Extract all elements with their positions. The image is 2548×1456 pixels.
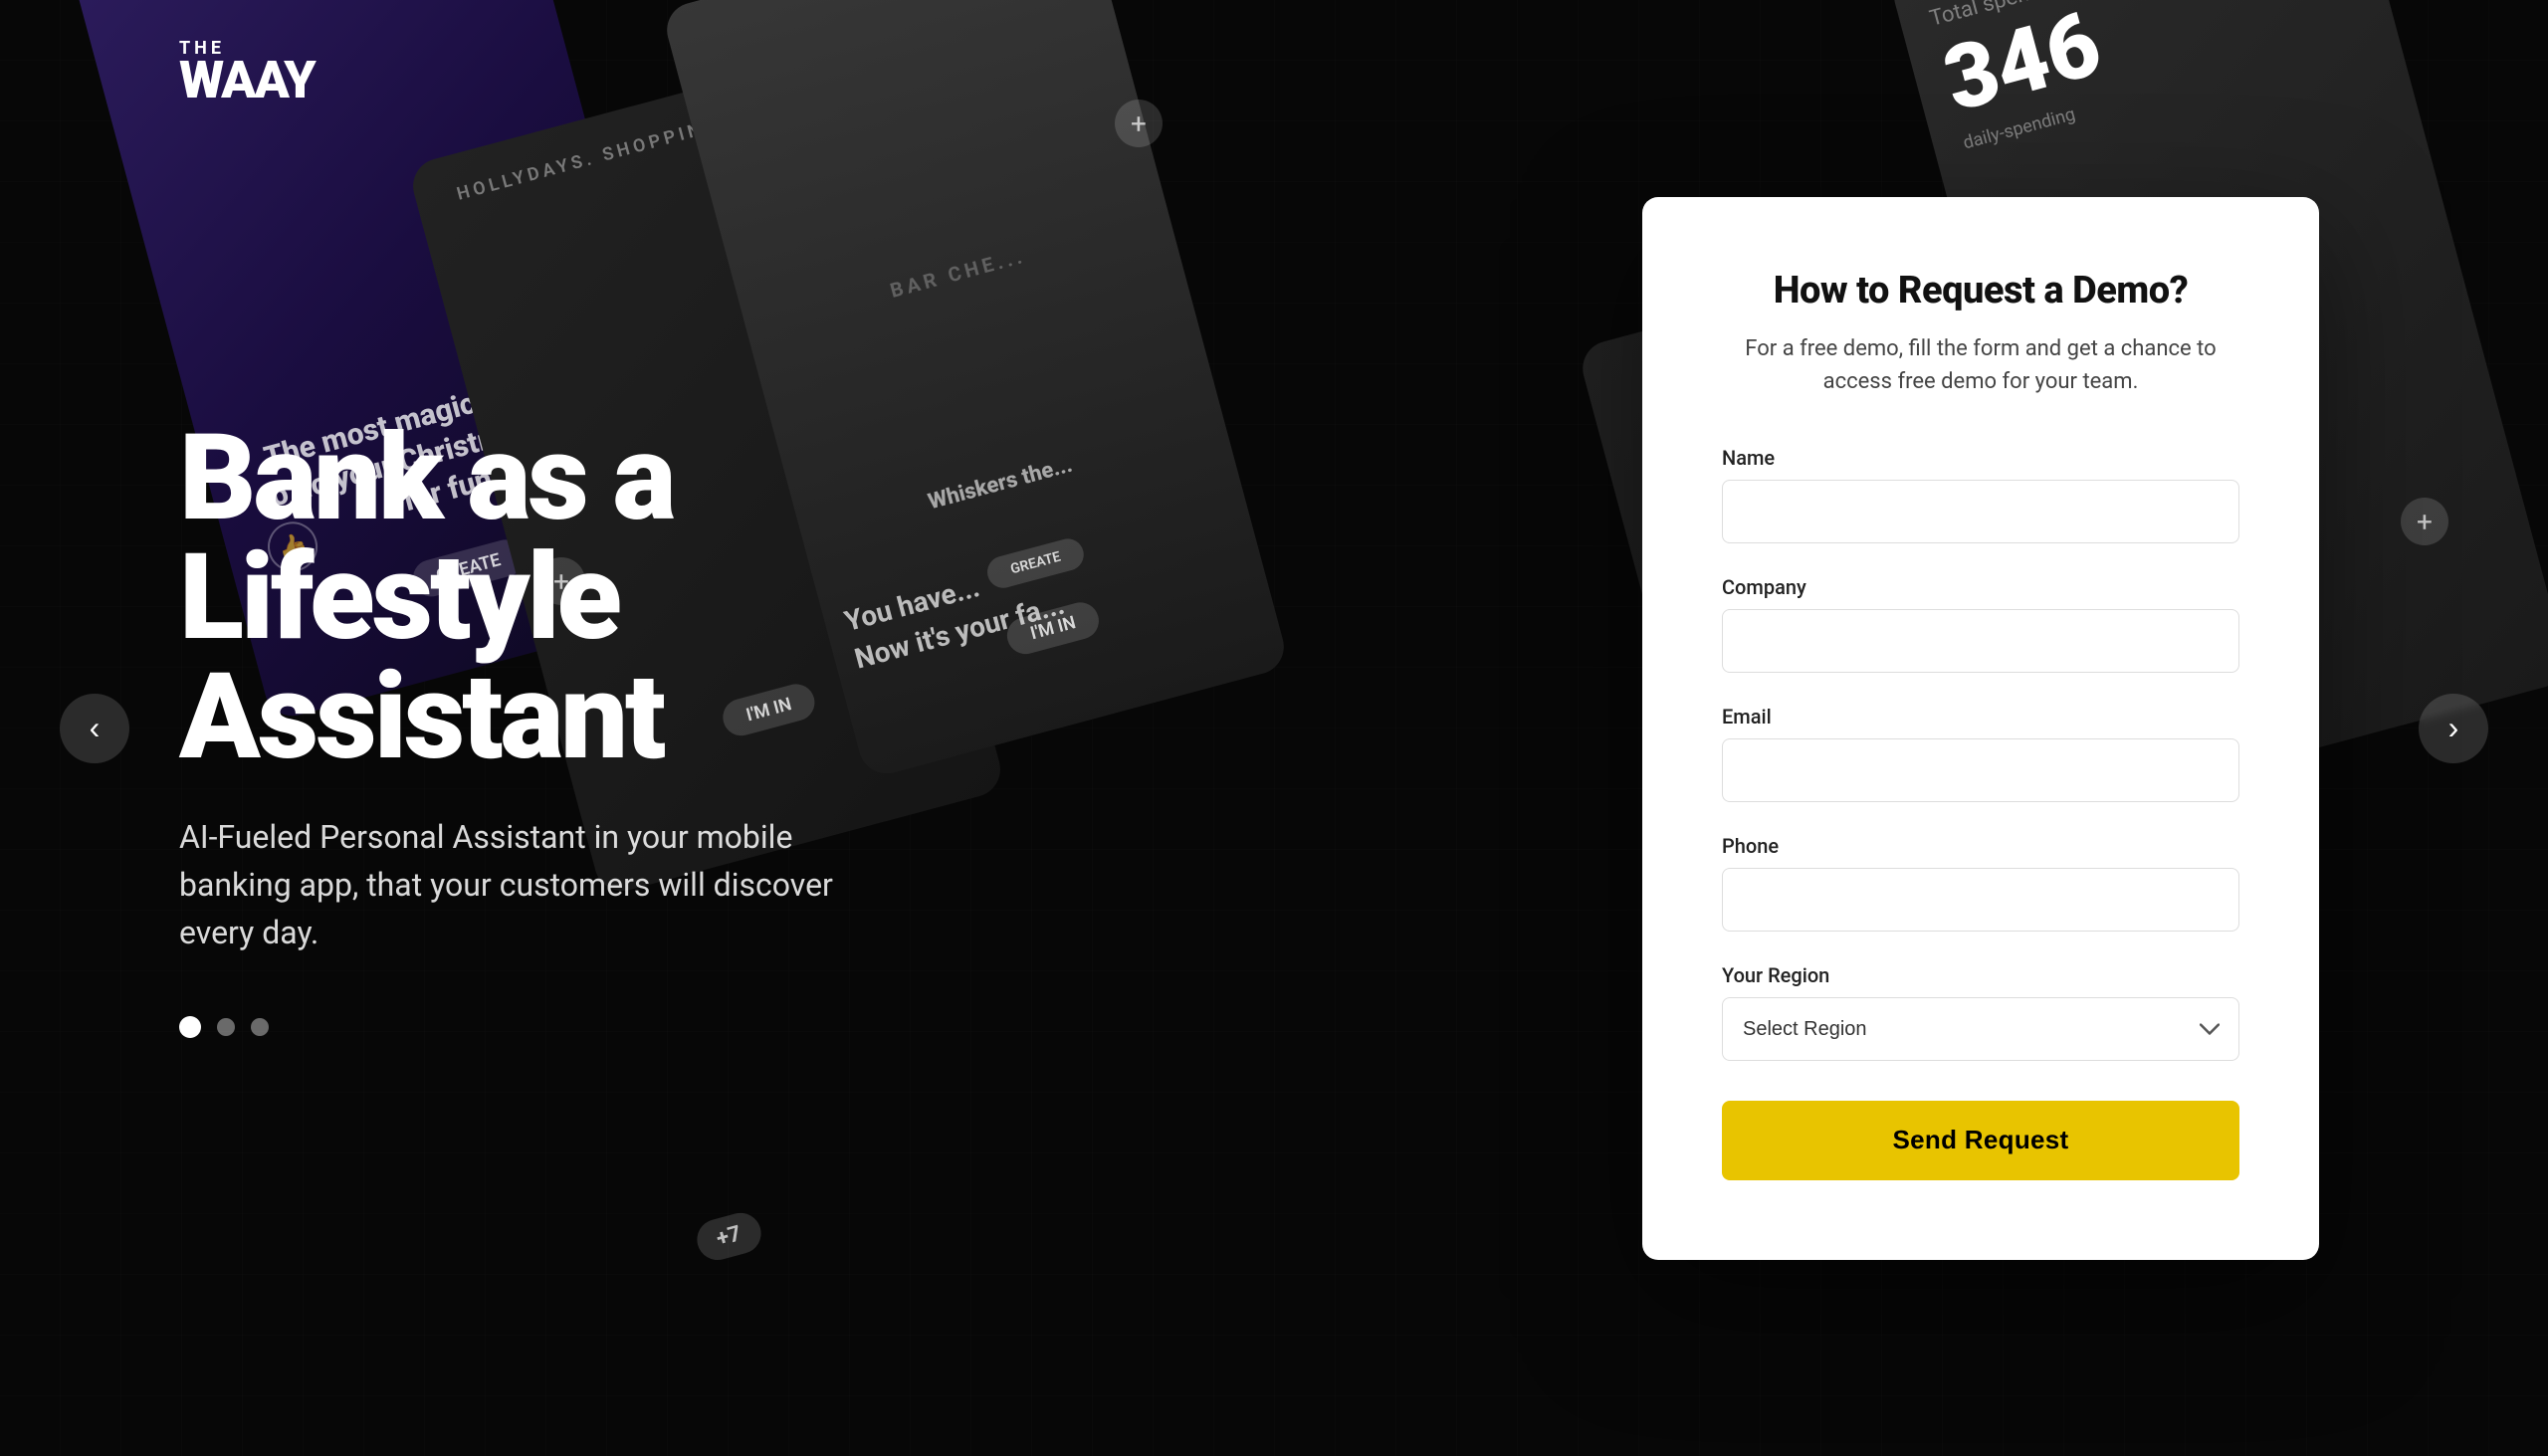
hero-subtitle: AI-Fueled Personal Assistant in your mob…: [179, 813, 856, 956]
logo: THE WAAY: [179, 40, 315, 104]
hero-dots: [179, 1016, 1035, 1038]
dot-1[interactable]: [179, 1016, 201, 1038]
company-field-group: Company: [1722, 575, 2239, 673]
dot-2[interactable]: [217, 1018, 235, 1036]
bg-plus-icon-3: +: [2401, 498, 2448, 545]
region-field-group: Your Region Select Region North America …: [1722, 963, 2239, 1061]
phone-label: Phone: [1722, 834, 2239, 858]
company-label: Company: [1722, 575, 2239, 599]
name-input[interactable]: [1722, 480, 2239, 543]
region-select-wrapper: Select Region North America Europe Asia …: [1722, 997, 2239, 1061]
nav-arrow-right[interactable]: ›: [2419, 694, 2488, 763]
region-label: Your Region: [1722, 963, 2239, 987]
phone-input[interactable]: [1722, 868, 2239, 932]
nav-arrow-left[interactable]: ‹: [60, 694, 129, 763]
name-field-group: Name: [1722, 446, 2239, 543]
demo-panel-title: How to Request a Demo?: [1722, 269, 2239, 312]
email-label: Email: [1722, 705, 2239, 728]
demo-panel-description: For a free demo, fill the form and get a…: [1722, 332, 2239, 398]
send-request-button[interactable]: Send Request: [1722, 1101, 2239, 1180]
company-input[interactable]: [1722, 609, 2239, 673]
name-label: Name: [1722, 446, 2239, 470]
plus-seven-badge: +7: [693, 1208, 765, 1264]
phone-field-group: Phone: [1722, 834, 2239, 932]
logo-waay: WAAY: [179, 58, 315, 104]
hero-content: Bank as a Lifestyle Assistant AI-Fueled …: [179, 419, 1035, 1038]
hero-title: Bank as a Lifestyle Assistant: [179, 419, 1035, 777]
region-select[interactable]: Select Region North America Europe Asia …: [1722, 997, 2239, 1061]
demo-panel: How to Request a Demo? For a free demo, …: [1642, 197, 2319, 1260]
email-field-group: Email: [1722, 705, 2239, 802]
email-input[interactable]: [1722, 738, 2239, 802]
bg-plus-icon-1: +: [1115, 100, 1163, 147]
dot-3[interactable]: [251, 1018, 269, 1036]
